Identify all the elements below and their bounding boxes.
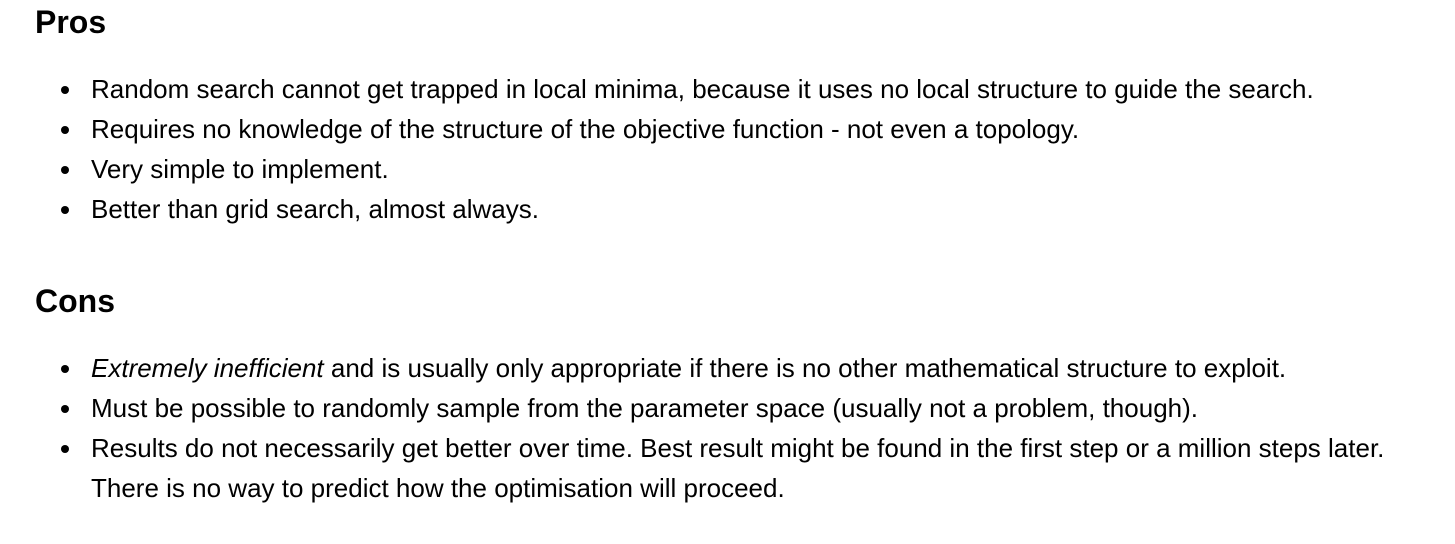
- cons-list: Extremely inefficient and is usually onl…: [0, 348, 1440, 508]
- pros-list: Random search cannot get trapped in loca…: [0, 69, 1440, 229]
- list-item: Must be possible to randomly sample from…: [0, 388, 1440, 428]
- list-item: Random search cannot get trapped in loca…: [0, 69, 1440, 109]
- list-item: Very simple to implement.: [0, 149, 1440, 189]
- list-item: Better than grid search, almost always.: [0, 189, 1440, 229]
- list-item: Results do not necessarily get better ov…: [0, 428, 1421, 508]
- document-page: Pros Random search cannot get trapped in…: [0, 0, 1455, 544]
- list-item: Extremely inefficient and is usually onl…: [0, 348, 1440, 388]
- pros-heading: Pros: [35, 4, 107, 40]
- list-item: Requires no knowledge of the structure o…: [0, 109, 1440, 149]
- list-item-text: and is usually only appropriate if there…: [323, 353, 1287, 383]
- cons-heading: Cons: [35, 283, 115, 319]
- emphasis-text: Extremely inefficient: [91, 353, 324, 383]
